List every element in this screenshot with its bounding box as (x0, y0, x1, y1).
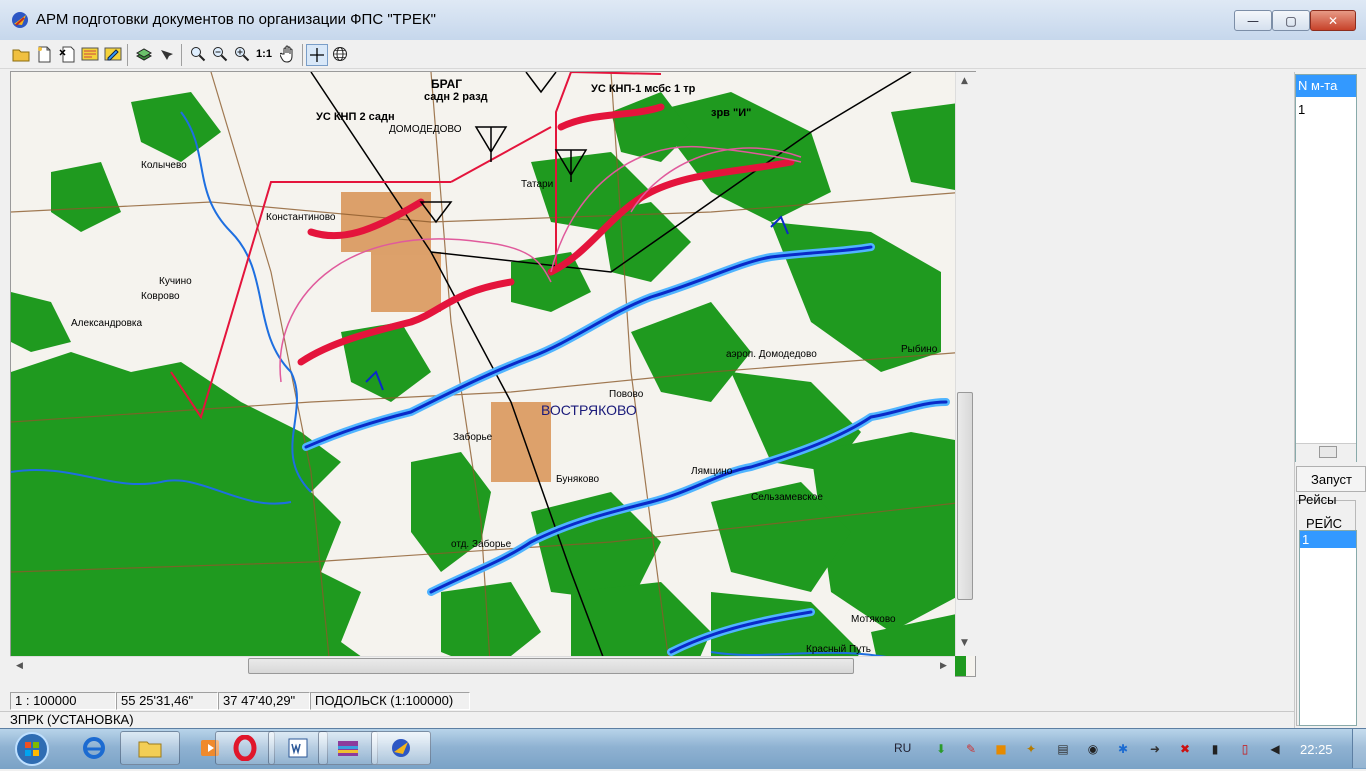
scroll-down-icon[interactable]: ▼ (961, 638, 968, 648)
map-label-tatarintsevo: Татари (521, 179, 553, 190)
network-adapter-icon[interactable]: ▤ (1054, 740, 1072, 758)
close-button[interactable]: ✕ (1310, 10, 1356, 31)
map-label-povyovo: Повово (609, 389, 644, 400)
map-label-domodedovo: ДОМОДЕДОВО (389, 124, 462, 135)
map-label-vykhino: Рыбино (901, 343, 938, 355)
volume-icon[interactable]: ◀ (1266, 740, 1284, 758)
points-list[interactable] (1295, 74, 1357, 462)
minimize-button[interactable]: — (1234, 10, 1272, 31)
map-label-bragi: БРАГ (431, 77, 462, 91)
crosshair-icon[interactable] (306, 44, 328, 66)
language-indicator[interactable]: RU (894, 741, 911, 755)
points-list-scroll-thumb[interactable] (1319, 446, 1337, 458)
map-label-bunyakovo: Буняково (556, 474, 600, 485)
map-label-zrv: зрв "И" (711, 107, 751, 119)
signal-icon[interactable]: ▮ (1206, 740, 1224, 758)
wrench-icon[interactable]: ✦ (1022, 740, 1040, 758)
toolbar-separator (181, 44, 182, 66)
status-map-name: ПОДОЛЬСК (1:100000) (310, 692, 470, 710)
zoom-icon[interactable] (188, 44, 208, 64)
map-label-kolychevo: Колычево (141, 160, 187, 171)
trips-list[interactable] (1299, 530, 1357, 726)
scroll-up-icon[interactable]: ▲ (961, 76, 968, 86)
map-label-sadn2: садн 2 разд (424, 91, 488, 103)
map-label-zaborye2: Заборье (453, 431, 493, 443)
settings-icon[interactable]: ✱ (1114, 740, 1132, 758)
clock[interactable]: 22:25 (1300, 742, 1333, 757)
trips-title: РЕЙС (1306, 516, 1343, 531)
window-title: АРМ подготовки документов по организации… (36, 11, 436, 28)
tool-icon[interactable]: ✎ (962, 740, 980, 758)
save-icon[interactable] (80, 44, 100, 64)
trips-group-label: Рейсы (1298, 492, 1337, 507)
camera-icon[interactable]: ◉ (1084, 740, 1102, 758)
scroll-right-icon[interactable]: ▶ (940, 661, 947, 671)
status-longitude: 37 47'40,29" (218, 692, 310, 710)
toolbar-separator (302, 44, 303, 66)
run-button[interactable]: Запуст (1296, 466, 1366, 492)
horizontal-scroll-thumb[interactable] (248, 658, 854, 674)
toolbar-separator (127, 44, 128, 66)
download-icon[interactable]: ⬇ (932, 740, 950, 758)
ie-icon[interactable] (64, 731, 124, 765)
status-scale: 1 : 100000 (10, 692, 116, 710)
map-view[interactable]: ВОСТРЯКОВО ДОМОДЕДОВО БРАГ садн 2 разд У… (10, 71, 976, 677)
zoom-out-icon[interactable] (210, 44, 230, 64)
start-button[interactable] (10, 730, 54, 768)
map-label-salvamevskoe: Сельзамевское (751, 492, 823, 503)
layers-icon[interactable] (134, 44, 154, 64)
map-label-aleksandrovka: Александровка (71, 318, 143, 329)
map-label-kolovo: Коврово (141, 291, 180, 302)
status-latitude: 55 25'31,46" (116, 692, 218, 710)
map-label-kp1: УС КНП-1 мсбс 1 тр (591, 83, 696, 95)
status-mode: ЗПРК (УСТАНОВКА) (0, 711, 1294, 727)
maximize-button[interactable]: ▢ (1272, 10, 1310, 31)
trek-app-icon[interactable] (371, 731, 431, 765)
map-label-lyamtsino: Лямцино (691, 466, 733, 477)
hand-icon[interactable] (278, 44, 298, 64)
explorer-icon[interactable] (120, 731, 180, 765)
vertical-scroll-thumb[interactable] (957, 392, 973, 600)
map-label-kp2: УС КНП 2 садн (316, 111, 395, 123)
points-list-row[interactable]: 1 (1298, 102, 1305, 117)
map-label-kuchino: Кучино (159, 276, 192, 287)
archive-icon[interactable] (318, 731, 378, 765)
app-icon[interactable] (10, 10, 30, 30)
battery-icon[interactable]: ▯ (1236, 740, 1254, 758)
show-desktop-button[interactable] (1352, 729, 1366, 768)
opera-icon[interactable] (215, 731, 275, 765)
map-label-vostryakovo: ВОСТРЯКОВО (541, 402, 637, 418)
map-label-konstantinovo: Константиново (266, 212, 336, 223)
one-to-one-icon[interactable]: 1:1 (254, 44, 274, 64)
new-icon[interactable] (34, 44, 54, 64)
notification-icon[interactable]: ■ (992, 740, 1010, 758)
pointer-icon[interactable] (157, 44, 177, 64)
globe-icon[interactable] (330, 44, 350, 64)
points-list-header[interactable]: N м-та (1296, 75, 1356, 97)
map-label-motyakino: Мотяково (851, 614, 896, 625)
delete-icon[interactable] (57, 44, 77, 64)
network-disconnected-icon[interactable]: ✖ (1176, 740, 1194, 758)
scroll-left-icon[interactable]: ◀ (16, 661, 23, 671)
open-icon[interactable] (11, 44, 31, 64)
map-label-krasny-put: Красный Путь (806, 644, 871, 655)
trips-list-selected-row[interactable]: 1 (1300, 531, 1356, 548)
map-label-aerodrome: аэроп. Домодедово (726, 349, 817, 360)
map-label-zaborye: отд. Заборье (451, 538, 512, 550)
edit-icon[interactable] (103, 44, 123, 64)
usb-icon[interactable]: ➜ (1146, 740, 1164, 758)
zoom-in-icon[interactable] (232, 44, 252, 64)
